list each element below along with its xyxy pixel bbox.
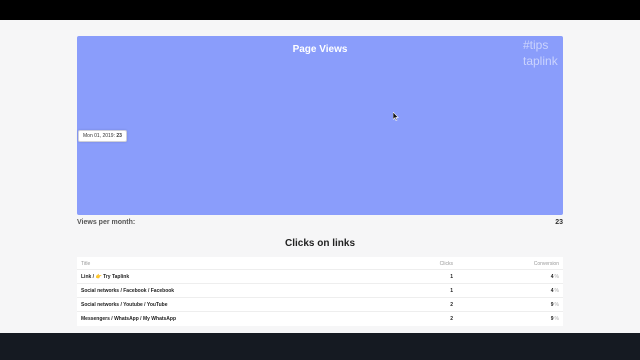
mouse-cursor-icon [393,112,399,121]
link-clicks: 1 [450,274,453,280]
link-conversion: 4% [517,288,559,294]
views-per-month-label: Views per month: [77,219,136,226]
link-conversion: 4% [517,274,559,280]
page-views-chart[interactable]: Page Views Mon 01, 2019: 23 [77,36,563,215]
link-title: Social networks / Youtube / YouTube [81,302,168,308]
statistics-page: Page Views Mon 01, 2019: 23 #tips taplin… [0,20,640,333]
table-row[interactable]: Link / 👉 Try Taplink 1 4% [77,270,563,284]
percent-unit: % [554,288,559,294]
chart-tooltip: Mon 01, 2019: 23 [78,130,127,142]
table-row[interactable]: Social networks / Youtube / YouTube 2 9% [77,298,563,312]
column-header-clicks: Clicks [439,261,453,267]
link-conversion: 9% [517,316,559,322]
column-header-conversion: Conversion [533,261,559,267]
watermark: #tips taplink [523,37,558,69]
percent-unit: % [554,316,559,322]
conversion-value: 9 [550,316,554,322]
chart-title: Page Views [292,44,348,55]
table-header-row: Title Clicks Conversion [77,257,563,270]
link-title: Social networks / Facebook / Facebook [81,288,175,294]
views-per-month: Views per month: 23 [77,219,563,229]
conversion-value: 9 [550,302,554,308]
video-letterbox-bottom [0,333,640,360]
link-clicks: 2 [450,316,453,322]
link-title-prefix: Link / [81,274,96,280]
link-conversion: 9% [517,302,559,308]
link-title: Link / 👉 Try Taplink [81,274,129,280]
conversion-value: 4 [550,288,554,294]
links-table: Title Clicks Conversion Link / 👉 Try Tap… [77,257,563,326]
table-row[interactable]: Social networks / Facebook / Facebook 1 … [77,284,563,298]
link-clicks: 2 [450,302,453,308]
views-per-month-value: 23 [555,219,563,226]
percent-unit: % [554,274,559,280]
table-row[interactable]: Messengers / WhatsApp / My WhatsApp 2 9% [77,312,563,326]
conversion-value: 4 [550,274,554,280]
column-header-title: Title [81,261,91,267]
video-letterbox-top [0,0,640,20]
tooltip-date: Mon 01, 2019: [83,133,115,139]
tooltip-value: 23 [116,133,122,139]
clicks-on-links-title: Clicks on links [284,238,356,249]
watermark-line-2: taplink [523,54,558,68]
watermark-line-1: #tips [523,38,549,52]
link-clicks: 1 [450,288,453,294]
link-title-rest: Try Taplink [101,274,130,280]
percent-unit: % [554,302,559,308]
link-title: Messengers / WhatsApp / My WhatsApp [81,316,177,322]
